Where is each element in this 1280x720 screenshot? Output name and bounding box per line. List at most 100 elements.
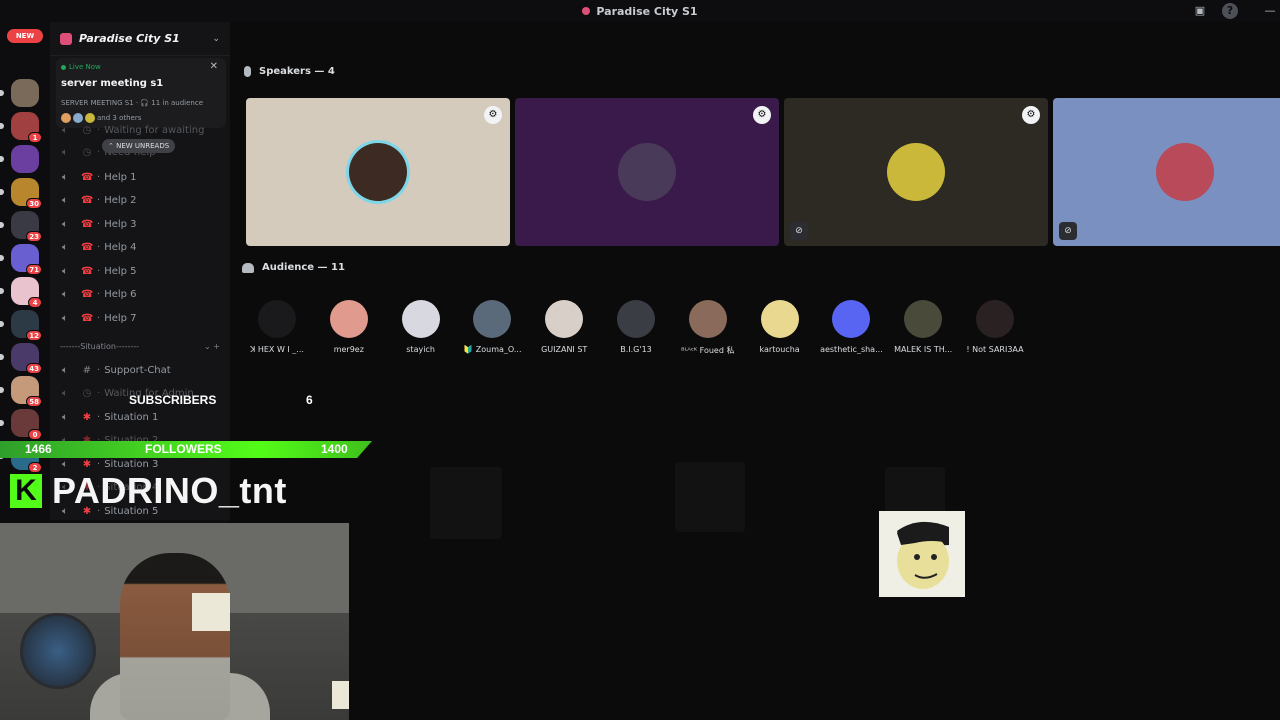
server-icon-4[interactable]: 23 <box>11 211 42 242</box>
speaker-tile[interactable]: ⚙︎ <box>246 98 510 246</box>
avatar <box>688 300 727 338</box>
unread-badge: 0 <box>28 429 42 440</box>
speaker-tile[interactable]: ⊘ <box>1053 98 1280 246</box>
audience-name: MALEK IS TH... <box>894 345 953 354</box>
avatar <box>904 300 943 338</box>
channel-help-4[interactable]: 🔈︎ ☎ · Help 4 <box>62 237 222 257</box>
speaker-tile[interactable]: ⚙︎ ⊘ <box>784 98 1048 246</box>
channel-type-icon: ✱ <box>82 458 92 470</box>
speaker-tile[interactable]: ⚙︎ <box>515 98 779 246</box>
live-stage-card[interactable]: Live Now ✕ server meeting s1 SERVER MEET… <box>56 58 226 128</box>
channel-name: Help 2 <box>104 194 137 206</box>
minimize-button[interactable]: — <box>1262 3 1278 19</box>
channel-help-6[interactable]: 🔈︎ ☎ · Help 6 <box>62 284 222 304</box>
server-icon-5[interactable]: 71 <box>11 244 42 275</box>
unread-pip <box>0 420 4 426</box>
channel-support-chat[interactable]: 🔈︎ # · Support-Chat <box>62 360 222 380</box>
channel-help-1[interactable]: 🔈︎ ☎ · Help 1 <box>62 167 222 187</box>
stage-meta: SERVER MEETING S1 · 🎧 11 in audience <box>61 99 204 107</box>
new-badge[interactable]: NEW <box>7 29 43 43</box>
category-situation[interactable]: -------Situation-------- ⌄ + <box>60 342 220 351</box>
audience-member[interactable]: ᴮᴸᴬᶜᴷ Foued 私 <box>672 300 744 360</box>
audience-member[interactable]: stayich <box>385 300 457 360</box>
speaker-icon: 🔈︎ <box>62 411 68 423</box>
audience-member[interactable]: 🔰 Zouma_O... <box>456 300 528 360</box>
speaker-icon: 🔈︎ <box>62 265 68 277</box>
server-icon-10[interactable]: 0 <box>11 409 42 440</box>
avatar <box>887 143 945 201</box>
avatar <box>617 300 655 338</box>
followers-current: 1466 <box>25 442 52 456</box>
server-icon-3[interactable]: 30 <box>11 178 42 209</box>
new-unreads-pill[interactable]: ⌃ NEW UNREADS <box>102 139 176 153</box>
audience-name: stayich <box>406 345 435 354</box>
moderator-icon: ⚙︎ <box>1022 106 1040 124</box>
channel-waiting-for-awaiting[interactable]: 🔈︎ ◷ · Waiting for awaiting <box>62 120 222 140</box>
speaker-icon: 🔈︎ <box>62 218 68 230</box>
speaker-icon: 🔈︎ <box>62 194 68 206</box>
audience-name: ᴮᴸᴬᶜᴷ Foued 私 <box>681 346 735 355</box>
audience-header: Audience — 11 <box>242 262 345 273</box>
speaker-icon: 🔈︎ <box>62 146 68 158</box>
server-icon-2[interactable] <box>11 145 39 173</box>
audience-member[interactable]: ꓘ HEX W I _... <box>241 300 313 360</box>
server-icon-9[interactable]: 58 <box>11 376 42 407</box>
streamer-name: PADRINO_tnt <box>52 470 287 511</box>
speaker-icon: 🔈︎ <box>62 364 68 376</box>
moderator-icon: ⚙︎ <box>753 106 771 124</box>
window-title: Paradise City S1 <box>582 5 698 18</box>
audience-member[interactable]: ! Not SARI3AA <box>959 300 1031 360</box>
channel-help-7[interactable]: 🔈︎ ☎ · Help 7 <box>62 308 222 328</box>
floating-sticker-image <box>879 511 965 597</box>
audience-member[interactable]: mer9ez <box>313 300 385 360</box>
audience-name: ! Not SARI3AA <box>966 345 1024 354</box>
muted-mic-icon: ⊘ <box>1059 222 1077 240</box>
webcam-person <box>120 553 230 720</box>
unread-pip <box>0 354 4 360</box>
audience-member[interactable]: B.I.G'13 <box>600 300 672 360</box>
channel-name: Help 1 <box>104 171 137 183</box>
server-icon-0[interactable] <box>11 79 39 107</box>
audience-name: ꓘ HEX W I _... <box>250 345 304 354</box>
help-icon[interactable]: ? <box>1222 3 1238 19</box>
channel-name: Support-Chat <box>104 364 171 376</box>
unread-badge: 23 <box>26 231 42 242</box>
audience-member[interactable]: GUIZANI ST <box>528 300 600 360</box>
channel-type-icon: ☎ <box>81 194 94 206</box>
server-icon-6[interactable]: 4 <box>11 277 42 308</box>
speaker-icon: 🔈︎ <box>62 241 68 253</box>
audience-name: B.I.G'13 <box>620 345 652 354</box>
avatar <box>760 300 799 338</box>
channel-type-icon: ☎ <box>81 171 94 183</box>
add-channel-icon[interactable]: ⌄ + <box>204 342 220 351</box>
server-home-icon <box>60 32 72 45</box>
avatar <box>545 300 584 338</box>
audience-name: kartoucha <box>759 345 800 354</box>
channel-help-2[interactable]: 🔈︎ ☎ · Help 2 <box>62 190 222 210</box>
fan-shape <box>20 613 96 689</box>
audience-member[interactable]: MALEK IS TH... <box>887 300 959 360</box>
channel-name: Help 6 <box>104 288 137 300</box>
faint-image <box>675 462 745 532</box>
channel-situation-1[interactable]: 🔈︎ ✱ · Situation 1 <box>62 407 222 427</box>
subscribers-count: 6 <box>306 393 313 407</box>
audience-member[interactable]: aesthetic_sha... <box>815 300 887 360</box>
speaker-icon: 🔈︎ <box>62 171 68 183</box>
inbox-icon[interactable]: ▣ <box>1192 3 1208 19</box>
server-icon-7[interactable]: 12 <box>11 310 42 341</box>
server-icon-8[interactable]: 43 <box>11 343 42 374</box>
avatar <box>401 300 440 338</box>
server-icon-1[interactable]: 1 <box>11 112 42 143</box>
channel-help-5[interactable]: 🔈︎ ☎ · Help 5 <box>62 261 222 281</box>
kick-logo-icon: K <box>10 474 42 508</box>
channel-type-icon: ☎ <box>81 312 94 324</box>
channel-type-icon: ☎ <box>81 288 94 300</box>
audience-member[interactable]: kartoucha <box>744 300 816 360</box>
server-header[interactable]: Paradise City S1 ⌄ <box>50 22 230 56</box>
chevron-down-icon: ⌄ <box>212 33 220 44</box>
speaker-icon: 🔈︎ <box>62 312 68 324</box>
close-icon[interactable]: ✕ <box>210 61 218 72</box>
unread-badge: 30 <box>26 198 42 209</box>
channel-help-3[interactable]: 🔈︎ ☎ · Help 3 <box>62 214 222 234</box>
live-indicator: Live Now <box>61 63 101 71</box>
